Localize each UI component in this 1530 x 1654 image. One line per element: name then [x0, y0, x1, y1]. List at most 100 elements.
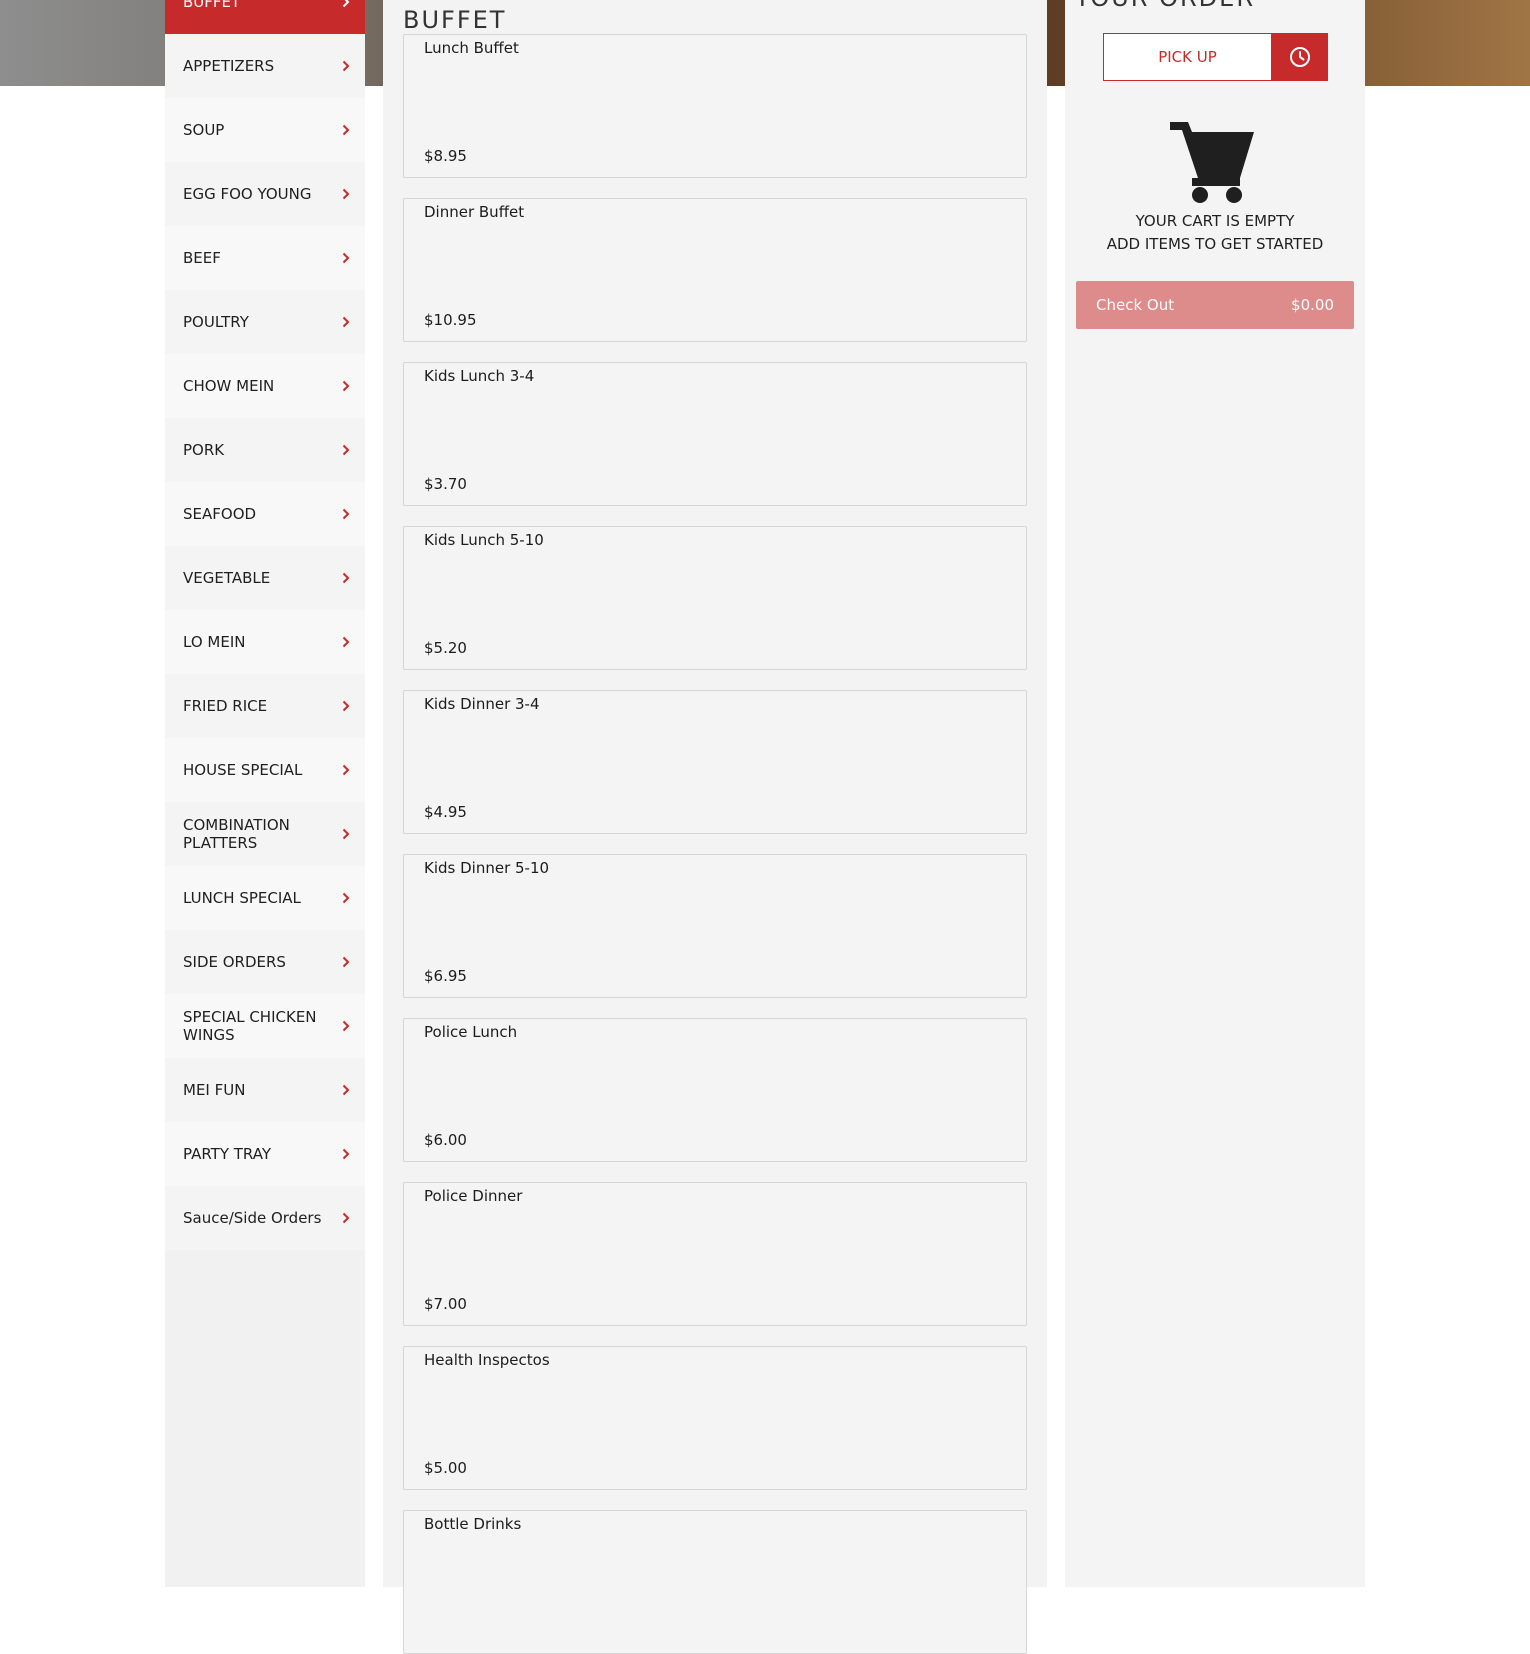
sidebar-item-special-chicken-wings[interactable]: SPECIAL CHICKEN WINGS [165, 994, 365, 1058]
sidebar-item-label: Sauce/Side Orders [183, 1209, 322, 1227]
cart-empty-message: YOUR CART IS EMPTY [1135, 212, 1295, 230]
sidebar-item-side-orders[interactable]: SIDE ORDERS [165, 930, 365, 994]
sidebar-item-label: LUNCH SPECIAL [183, 889, 301, 907]
sidebar-item-party-tray[interactable]: PARTY TRAY [165, 1122, 365, 1186]
menu-item-name: Police Lunch [424, 1023, 518, 1041]
chevron-right-icon [342, 444, 350, 456]
menu-item-price: $5.00 [424, 1459, 467, 1477]
sidebar-item-label: VEGETABLE [183, 569, 271, 587]
chevron-right-icon [342, 252, 350, 264]
chevron-right-icon [342, 1020, 350, 1032]
menu-item-card[interactable]: Kids Dinner 3-4 $4.95 [403, 690, 1027, 834]
pickup-button[interactable]: PICK UP [1103, 33, 1272, 81]
sidebar-item-fried-rice[interactable]: FRIED RICE [165, 674, 365, 738]
sidebar-item-label: FRIED RICE [183, 697, 268, 715]
menu-item-price: $8.95 [424, 147, 467, 165]
menu-item-card[interactable]: Bottle Drinks [403, 1510, 1027, 1654]
menu-item-name: Dinner Buffet [424, 203, 525, 221]
menu-item-card[interactable]: Kids Lunch 3-4 $3.70 [403, 362, 1027, 506]
chevron-right-icon [342, 508, 350, 520]
menu-item-card[interactable]: Kids Lunch 5-10 $5.20 [403, 526, 1027, 670]
sidebar-item-label: SIDE ORDERS [183, 953, 286, 971]
chevron-right-icon [342, 1212, 350, 1224]
menu-item-name: Kids Lunch 5-10 [424, 531, 544, 549]
sidebar-item-combination-platters[interactable]: COMBINATION PLATTERS [165, 802, 365, 866]
sidebar-item-label: CHOW MEIN [183, 377, 275, 395]
chevron-right-icon [342, 892, 350, 904]
chevron-right-icon [342, 0, 350, 8]
menu-item-card[interactable]: Kids Dinner 5-10 $6.95 [403, 854, 1027, 998]
sidebar-item-seafood[interactable]: SEAFOOD [165, 482, 365, 546]
menu-item-card[interactable]: Lunch Buffet $8.95 [403, 34, 1027, 178]
sidebar-item-house-special[interactable]: HOUSE SPECIAL [165, 738, 365, 802]
chevron-right-icon [342, 700, 350, 712]
sidebar-item-label: BUFFET [183, 0, 241, 11]
menu-item-card[interactable]: Health Inspectos $5.00 [403, 1346, 1027, 1490]
cart-icon [1170, 122, 1254, 203]
sidebar-item-buffet[interactable]: BUFFET [165, 0, 365, 34]
sidebar-item-label: LO MEIN [183, 633, 246, 651]
menu-item-name: Kids Lunch 3-4 [424, 367, 535, 385]
menu-item-name: Bottle Drinks [424, 1515, 522, 1533]
menu-item-card[interactable]: Police Lunch $6.00 [403, 1018, 1027, 1162]
menu-items-panel: BUFFET Lunch Buffet $8.95 Dinner Buffet $10… [383, 0, 1047, 1654]
sidebar-item-label: BEEF [183, 249, 221, 267]
menu-item-name: Lunch Buffet [424, 39, 519, 57]
sidebar-item-label: PORK [183, 441, 225, 459]
sidebar-item-appetizers[interactable]: APPETIZERS [165, 34, 365, 98]
category-sidebar: BUFFET APPETIZERS SOUP EGG FOO YOUNG BEEF POU… [165, 0, 365, 1587]
menu-item-name: Police Dinner [424, 1187, 523, 1205]
chevron-right-icon [342, 124, 350, 136]
chevron-right-icon [342, 380, 350, 392]
sidebar-item-vegetable[interactable]: VEGETABLE [165, 546, 365, 610]
chevron-right-icon [342, 316, 350, 328]
sidebar-item-sauce-side-orders[interactable]: Sauce/Side Orders [165, 1186, 365, 1250]
cart-empty-hint: ADD ITEMS TO GET STARTED [1106, 235, 1324, 253]
chevron-right-icon [342, 764, 350, 776]
sidebar-item-pork[interactable]: PORK [165, 418, 365, 482]
menu-item-price: $6.95 [424, 967, 467, 985]
menu-item-price: $6.00 [424, 1131, 467, 1149]
menu-item-name: Health Inspectos [424, 1351, 550, 1369]
sidebar-item-label: SPECIAL CHICKEN WINGS [183, 1008, 317, 1044]
menu-item-price: $7.00 [424, 1295, 467, 1313]
menu-item-name: Kids Dinner 5-10 [424, 859, 550, 877]
section-title: BUFFET [403, 5, 507, 34]
sidebar-item-lo-mein[interactable]: LO MEIN [165, 610, 365, 674]
menu-item-price: $3.70 [424, 475, 467, 493]
chevron-right-icon [342, 572, 350, 584]
menu-item-card[interactable]: Dinner Buffet $10.95 [403, 198, 1027, 342]
sidebar-item-label: HOUSE SPECIAL [183, 761, 303, 779]
chevron-right-icon [342, 188, 350, 200]
chevron-right-icon [342, 1084, 350, 1096]
sidebar-item-poultry[interactable]: POULTRY [165, 290, 365, 354]
schedule-time-button[interactable] [1272, 33, 1328, 81]
sidebar-item-beef[interactable]: BEEF [165, 226, 365, 290]
chevron-right-icon [342, 956, 350, 968]
checkout-button[interactable]: Check Out $0.00 [1076, 281, 1354, 329]
chevron-right-icon [342, 60, 350, 72]
sidebar-item-egg-foo-young[interactable]: EGG FOO YOUNG [165, 162, 365, 226]
order-panel: YOUR ORDER PICK UP YOUR CART IS EMPTY AD… [1065, 0, 1365, 1587]
sidebar-item-label: SEAFOOD [183, 505, 257, 523]
checkout-total: $0.00 [1291, 296, 1334, 314]
sidebar-item-label: SOUP [183, 121, 225, 139]
sidebar-item-soup[interactable]: SOUP [165, 98, 365, 162]
clock-icon [1290, 47, 1310, 67]
menu-item-price: $5.20 [424, 639, 467, 657]
sidebar-item-lunch-special[interactable]: LUNCH SPECIAL [165, 866, 365, 930]
sidebar-item-chow-mein[interactable]: CHOW MEIN [165, 354, 365, 418]
sidebar-item-label: POULTRY [183, 313, 249, 331]
checkout-label: Check Out [1096, 296, 1175, 314]
sidebar-item-mei-fun[interactable]: MEI FUN [165, 1058, 365, 1122]
chevron-right-icon [342, 636, 350, 648]
sidebar-item-label: EGG FOO YOUNG [183, 185, 312, 203]
menu-item-name: Kids Dinner 3-4 [424, 695, 540, 713]
sidebar-item-label: MEI FUN [183, 1081, 246, 1099]
menu-item-card[interactable]: Police Dinner $7.00 [403, 1182, 1027, 1326]
sidebar-item-label: COMBINATION PLATTERS [183, 816, 290, 852]
menu-item-price: $10.95 [424, 311, 477, 329]
order-title: YOUR ORDER [1075, 0, 1255, 12]
sidebar-item-label: PARTY TRAY [183, 1145, 272, 1163]
chevron-right-icon [342, 1148, 350, 1160]
